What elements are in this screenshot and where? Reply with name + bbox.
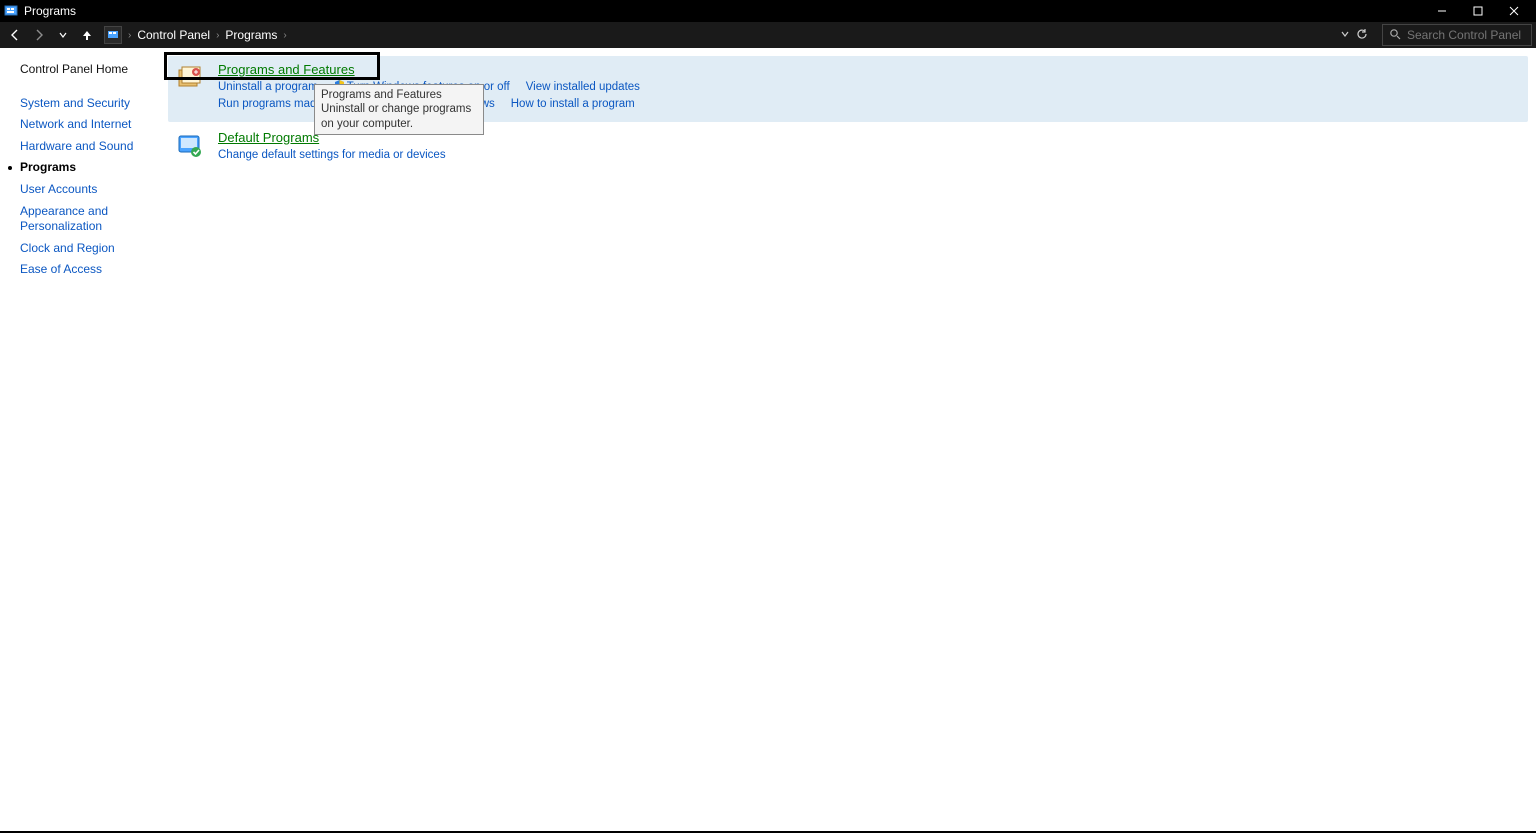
sidebar-item-system-security[interactable]: System and Security <box>20 96 150 112</box>
category-links: Change default settings for media or dev… <box>218 147 1520 164</box>
category-title-default-programs[interactable]: Default Programs <box>218 130 319 145</box>
back-button[interactable] <box>4 24 26 46</box>
tooltip-body: Uninstall or change programs on your com… <box>321 102 477 131</box>
control-panel-icon <box>4 4 18 18</box>
default-programs-icon <box>176 132 204 160</box>
address-bar[interactable]: › Control Panel › Programs › <box>100 24 1372 46</box>
recent-locations-button[interactable] <box>52 24 74 46</box>
titlebar: Programs <box>0 0 1536 22</box>
maximize-button[interactable] <box>1460 0 1496 22</box>
sidebar-item-clock-region[interactable]: Clock and Region <box>20 241 150 257</box>
chevron-right-icon: › <box>216 30 219 41</box>
tooltip: Programs and Features Uninstall or chang… <box>314 84 484 135</box>
chevron-right-icon: › <box>128 30 131 41</box>
sidebar-item-network-internet[interactable]: Network and Internet <box>20 117 150 133</box>
breadcrumb-root[interactable]: Control Panel <box>137 28 210 42</box>
window-title: Programs <box>24 4 76 18</box>
breadcrumb-current[interactable]: Programs <box>225 28 277 42</box>
sidebar-item-user-accounts[interactable]: User Accounts <box>20 182 150 198</box>
chevron-right-icon: › <box>283 30 286 41</box>
address-dropdown-button[interactable] <box>1340 28 1350 42</box>
sidebar-item-appearance[interactable]: Appearance and Personalization <box>20 204 150 235</box>
link-how-install[interactable]: How to install a program <box>511 98 635 110</box>
forward-button[interactable] <box>28 24 50 46</box>
sidebar-item-ease-of-access[interactable]: Ease of Access <box>20 262 150 278</box>
search-box[interactable] <box>1382 24 1532 46</box>
tooltip-title: Programs and Features <box>321 88 477 102</box>
sidebar-item-programs[interactable]: Programs <box>20 160 150 176</box>
location-cp-icon <box>104 26 122 44</box>
link-view-updates[interactable]: View installed updates <box>526 81 640 93</box>
minimize-button[interactable] <box>1424 0 1460 22</box>
search-icon <box>1389 28 1401 43</box>
search-input[interactable] <box>1407 28 1525 42</box>
up-button[interactable] <box>76 24 98 46</box>
sidebar: Control Panel Home System and Security N… <box>0 48 160 831</box>
close-button[interactable] <box>1496 0 1532 22</box>
programs-features-icon <box>176 64 204 92</box>
content-pane: Programs and Features Uninstall a progra… <box>160 48 1536 831</box>
category-title-programs-features[interactable]: Programs and Features <box>218 62 355 77</box>
link-change-defaults[interactable]: Change default settings for media or dev… <box>218 149 446 161</box>
link-uninstall-program[interactable]: Uninstall a program <box>218 81 318 93</box>
navigation-bar: › Control Panel › Programs › <box>0 22 1536 48</box>
refresh-button[interactable] <box>1356 28 1368 43</box>
work-area: Control Panel Home System and Security N… <box>0 48 1536 831</box>
sidebar-item-hardware-sound[interactable]: Hardware and Sound <box>20 139 150 155</box>
sidebar-home[interactable]: Control Panel Home <box>20 62 150 78</box>
